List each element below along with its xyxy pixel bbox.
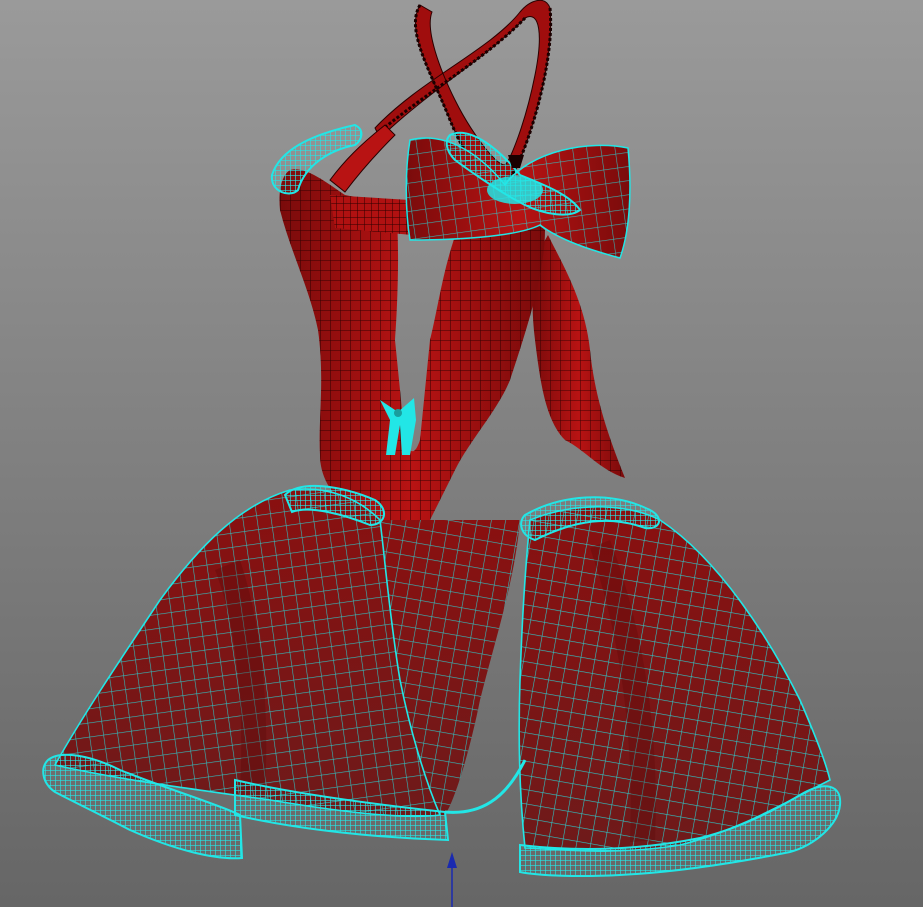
bow-ribbon-tail[interactable] (532, 235, 625, 478)
scene-canvas[interactable] (0, 0, 923, 907)
y-axis-manipulator[interactable] (447, 852, 457, 907)
3d-viewport[interactable] (0, 0, 923, 907)
skirt-right[interactable] (518, 506, 831, 852)
